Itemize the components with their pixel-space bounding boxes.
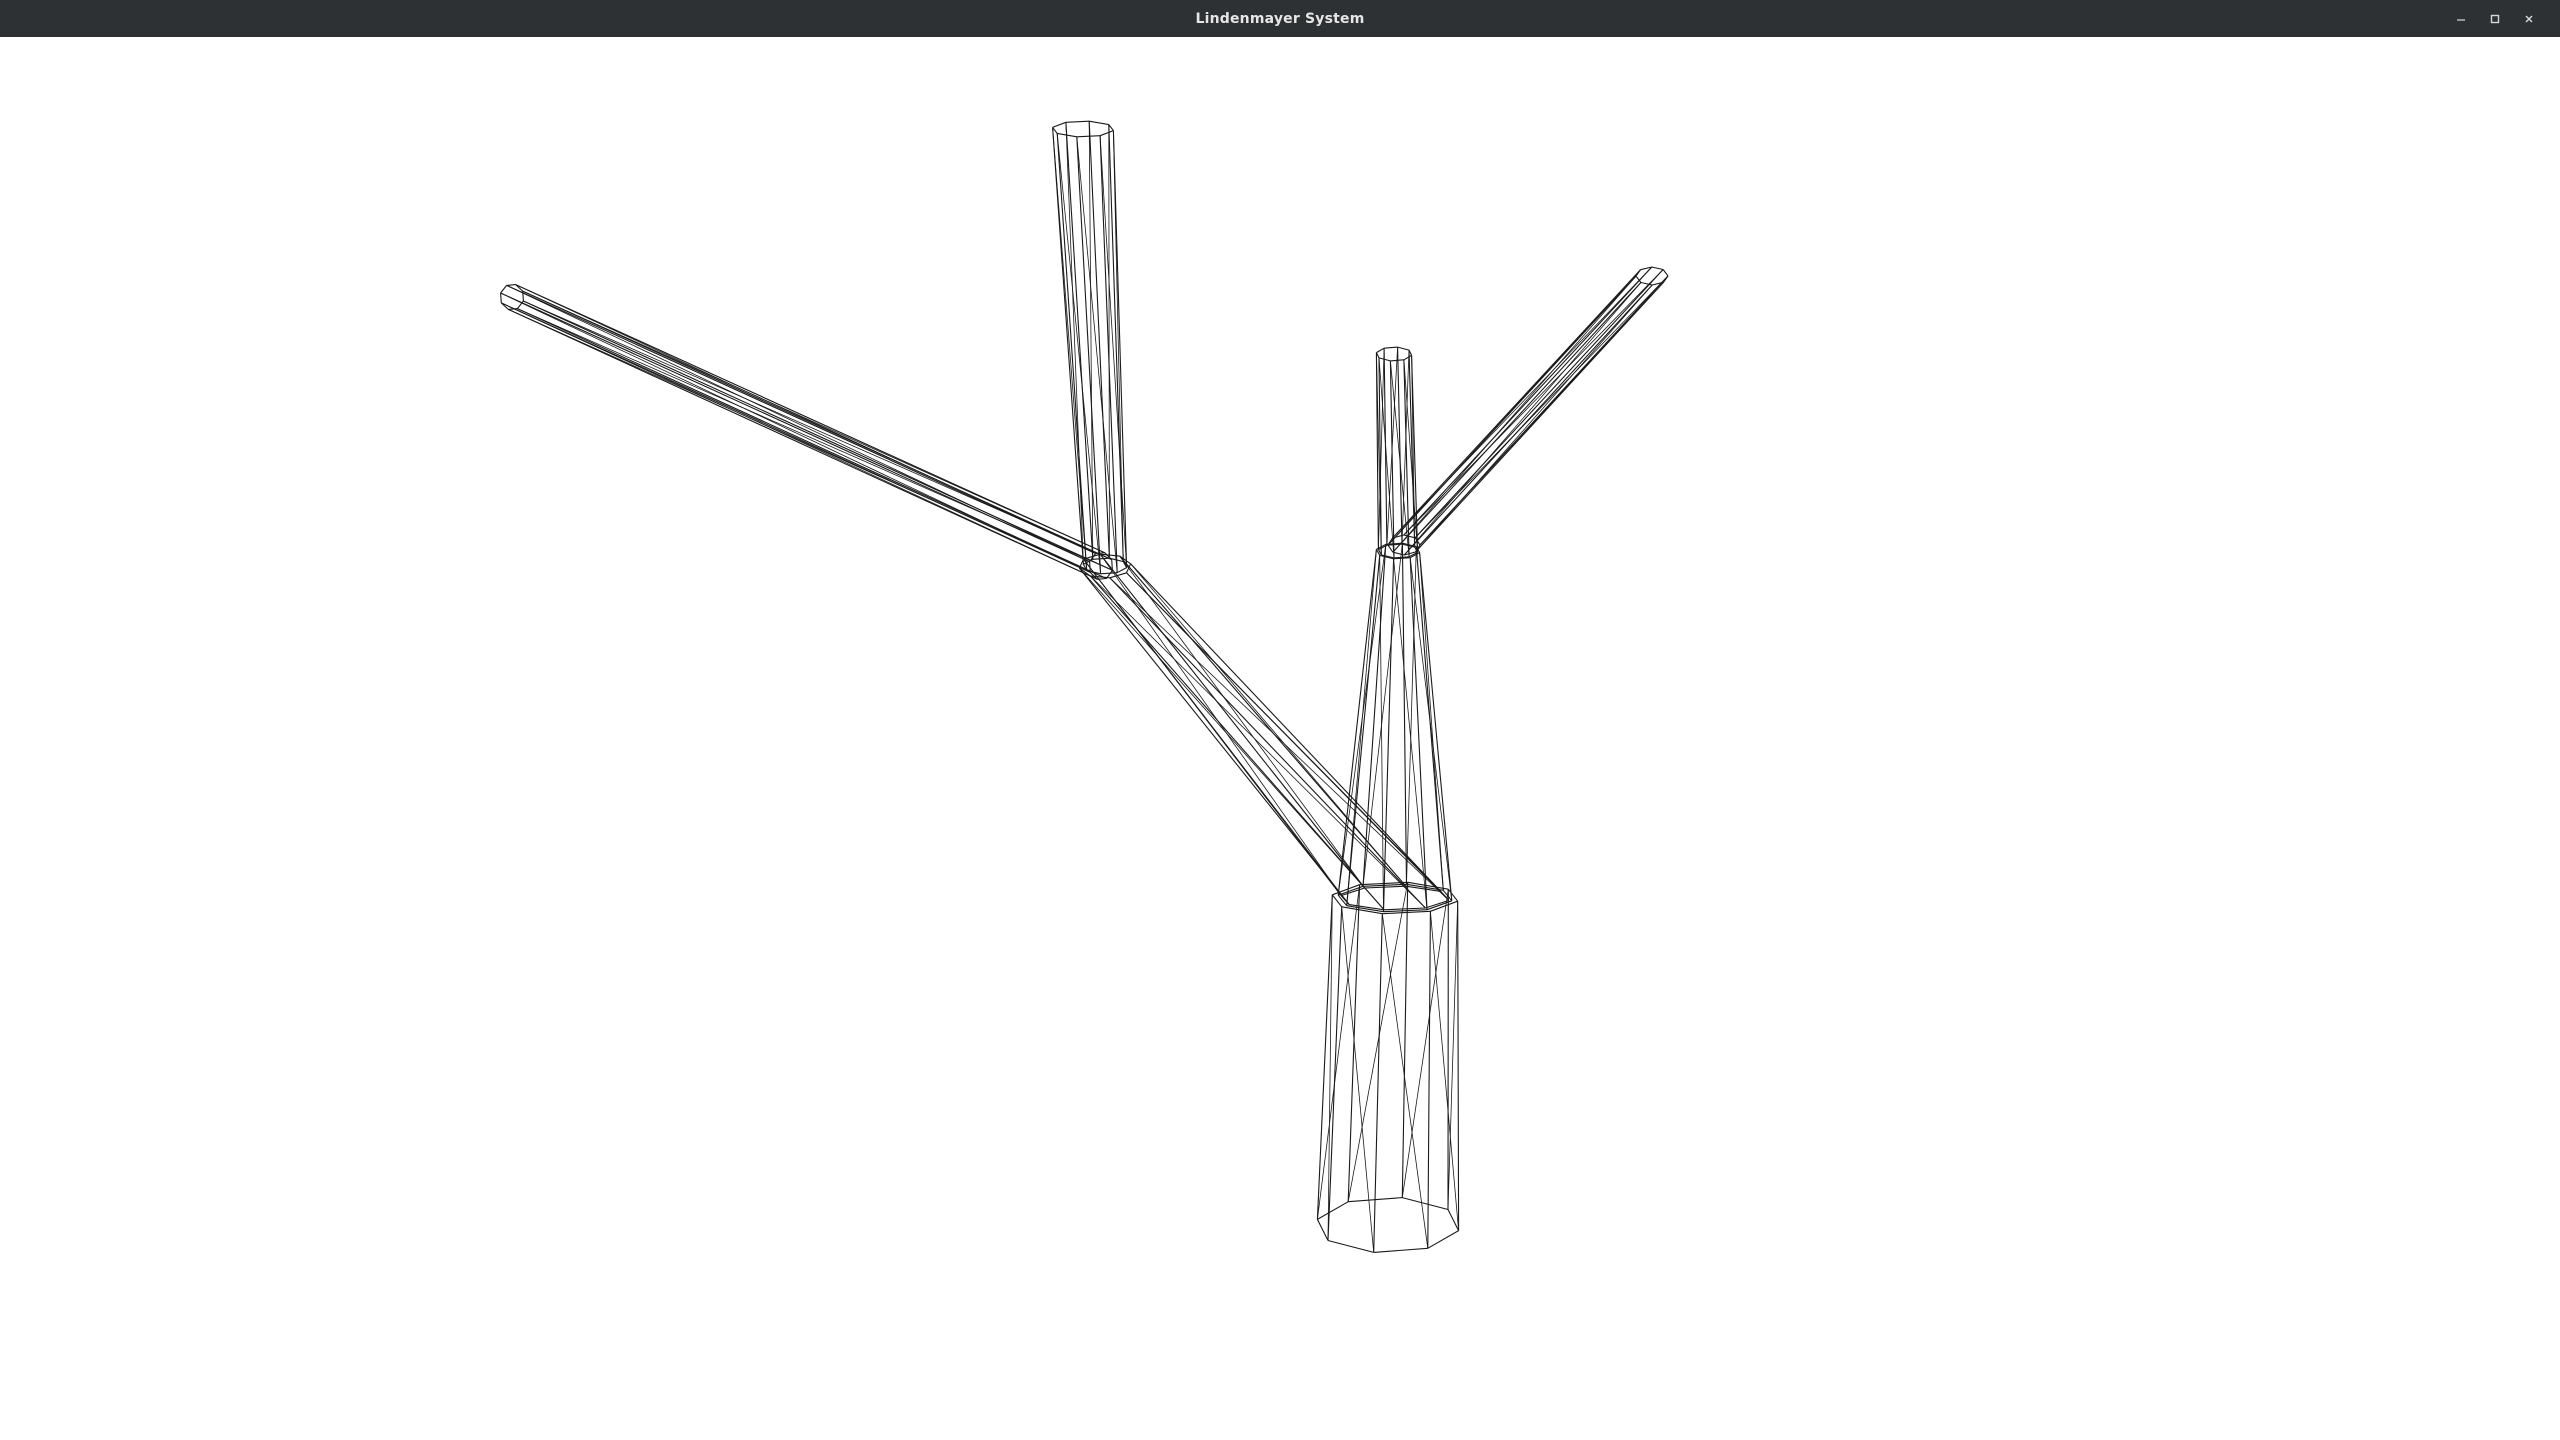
left-diagonal-branch (1078, 553, 1450, 911)
maximize-button[interactable] (2478, 0, 2512, 37)
window-controls (2444, 0, 2546, 37)
close-button[interactable] (2512, 0, 2546, 37)
far-left-branch (500, 284, 1113, 580)
right-diagonal-branch (1387, 266, 1669, 556)
minimize-icon (2457, 18, 2465, 21)
top-left-vertical-branch (1052, 120, 1128, 575)
minimize-button[interactable] (2444, 0, 2478, 37)
upper-trunk-segment (1337, 542, 1453, 913)
trunk-segment (1316, 881, 1460, 1253)
close-icon (2525, 15, 2533, 22)
wireframe-tree-canvas (500, 120, 1669, 1253)
render-viewport[interactable] (0, 37, 2560, 1440)
maximize-icon (2490, 14, 2500, 23)
title-bar[interactable]: Lindenmayer System (0, 0, 2560, 37)
window-title: Lindenmayer System (1195, 10, 1365, 27)
application-window: Lindenmayer System (0, 0, 2560, 1440)
